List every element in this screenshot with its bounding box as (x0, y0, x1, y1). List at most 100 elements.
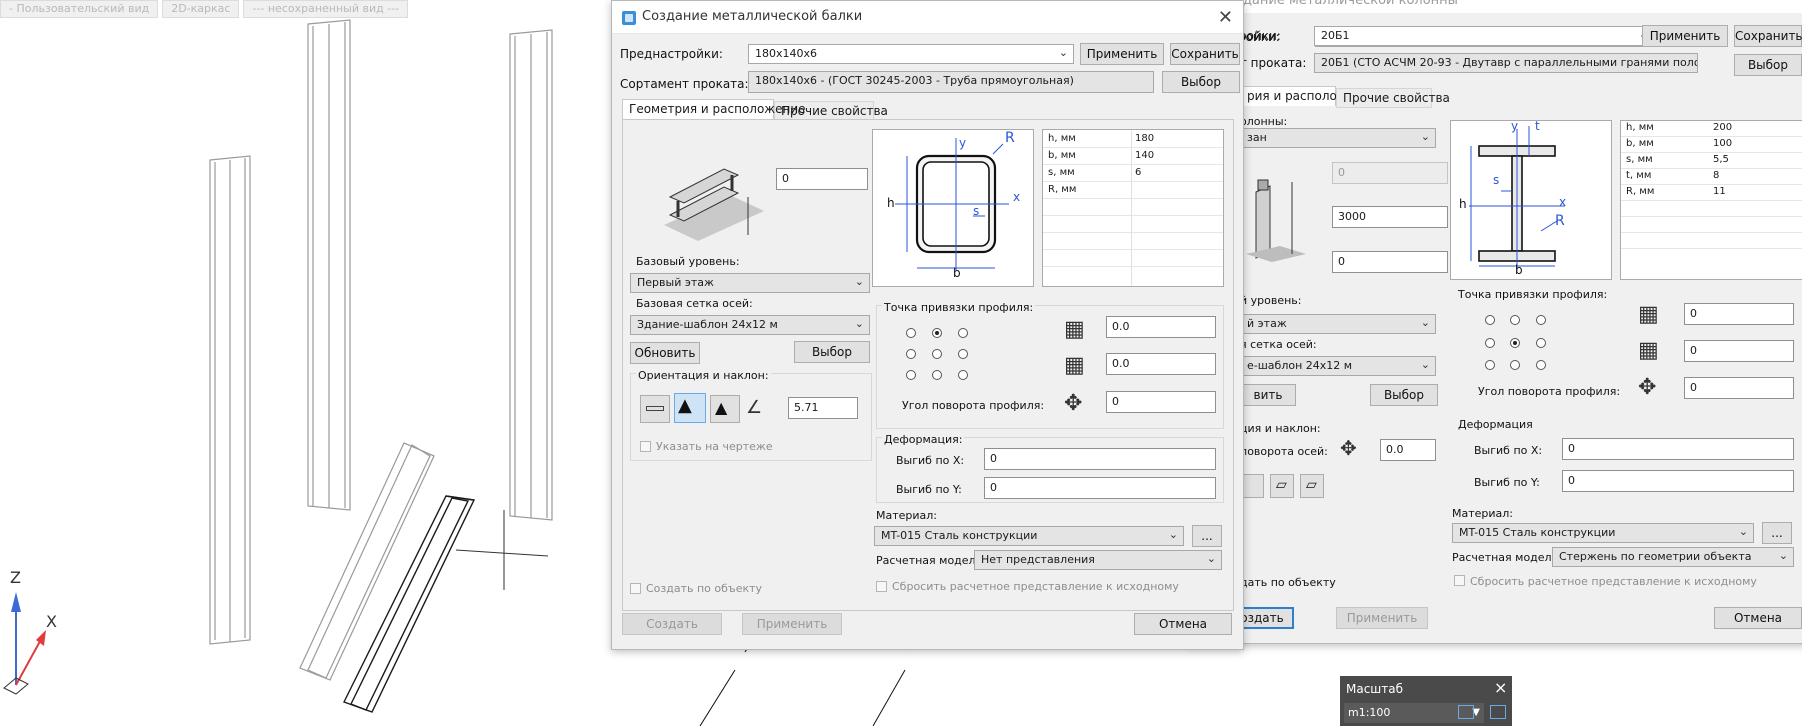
beam-anchor-x-input[interactable]: 0.0 (1106, 316, 1216, 338)
anchor-radio[interactable] (958, 328, 968, 338)
anchor-radio[interactable] (1536, 360, 1546, 370)
beam-slope-input[interactable]: 5.71 (788, 397, 858, 419)
beam-cancel-button[interactable]: Отмена (1134, 613, 1232, 635)
app-icon (622, 11, 636, 25)
beam-material-combo[interactable]: MT-015 Сталь конструкции ⌄ (874, 526, 1184, 546)
column-top-offset-input[interactable]: 0 (1332, 162, 1448, 184)
anchor-radio[interactable] (1536, 315, 1546, 325)
beam-assortment-field[interactable]: 180x140x6 - (ГОСТ 30245-2003 - Труба пря… (748, 71, 1154, 93)
prop-row[interactable]: b, мм 100 (1621, 137, 1802, 153)
prop-row[interactable]: s, мм 6 (1043, 166, 1223, 182)
beam-create-button[interactable]: Создать (622, 613, 722, 635)
beam-material-value: MT-015 Сталь конструкции (881, 529, 1038, 542)
anchor-radio[interactable] (1510, 360, 1520, 370)
close-icon[interactable]: × (1494, 678, 1507, 697)
anchor-radio[interactable] (906, 349, 916, 359)
beam-bend-y-input[interactable]: 0 (984, 477, 1216, 499)
beam-save-preset-button[interactable]: Сохранить (1170, 43, 1240, 65)
column-material-combo[interactable]: MT-015 Сталь конструкции ⌄ (1452, 523, 1754, 543)
anchor-radio[interactable] (932, 349, 942, 359)
column-update-button[interactable]: вить (1240, 384, 1296, 406)
column-height-input[interactable]: 3000 (1332, 206, 1448, 228)
scale-grid-icon[interactable] (1490, 705, 1506, 719)
column-rotation-input[interactable]: 0 (1684, 377, 1794, 399)
anchor-radio[interactable] (1536, 338, 1546, 348)
anchor-radio[interactable] (1485, 360, 1495, 370)
column-anchor-y-value: 0 (1690, 344, 1697, 357)
column-base-level-combo[interactable]: й этаж ⌄ (1240, 314, 1436, 334)
beam-anchor-x-value: 0.0 (1112, 320, 1130, 333)
column-cancel-button[interactable]: Отмена (1714, 607, 1802, 629)
beam-rotation-input[interactable]: 0 (1106, 391, 1216, 413)
section-b-label: b (953, 266, 961, 280)
column-base-grid-combo[interactable]: е-шаблон 24x12 м ⌄ (1240, 356, 1436, 376)
beam-create-by-object-checkbox[interactable] (630, 583, 641, 594)
prop-row[interactable]: h, мм 200 (1621, 121, 1802, 137)
beam-base-grid-combo[interactable]: Здание-шаблон 24x12 м ⌄ (630, 315, 870, 335)
column-axis-rotation-input[interactable]: 0.0 (1380, 439, 1436, 461)
beam-orient-horizontal-button[interactable] (640, 395, 670, 423)
anchor-radio[interactable] (932, 370, 942, 380)
anchor-radio[interactable] (906, 328, 916, 338)
column-bottom-offset-input[interactable]: 0 (1332, 251, 1448, 273)
prop-row[interactable]: b, мм 140 (1043, 149, 1223, 165)
prop-row[interactable]: t, мм 8 (1621, 169, 1802, 185)
prop-row[interactable]: s, мм 5,5 (1621, 153, 1802, 169)
anchor-radio[interactable] (906, 370, 916, 380)
beam-calc-model-combo[interactable]: Нет представления ⌄ (974, 550, 1222, 570)
prop-row[interactable]: R, мм 11 (1621, 185, 1802, 201)
anchor-radio[interactable] (1510, 315, 1520, 325)
column-reset-calc-checkbox[interactable] (1454, 575, 1465, 586)
beam-orient-slope-button[interactable]: ▲ (674, 393, 706, 423)
column-tab-other[interactable]: Прочие свойства (1336, 88, 1450, 108)
beam-apply-button[interactable]: Применить (742, 613, 842, 635)
beam-update-button[interactable]: Обновить (630, 342, 700, 364)
column-assortment-field[interactable]: 20Б1 (СТО АСЧМ 20-93 - Двутавр с паралле… (1314, 53, 1698, 73)
beam-material-more-button[interactable]: ... (1192, 525, 1222, 547)
column-type-combo[interactable]: зан ⌄ (1240, 128, 1436, 148)
column-tab-geometry[interactable]: рия и расположение (1240, 86, 1378, 106)
column-anchor-x-input[interactable]: 0 (1684, 303, 1794, 325)
column-apply-button[interactable]: Применить (1336, 607, 1428, 629)
beam-tab-geometry[interactable]: Геометрия и расположение (622, 99, 806, 119)
column-bend-y-input[interactable]: 0 (1562, 470, 1794, 492)
prop-row[interactable]: h, мм 180 (1043, 132, 1223, 148)
beam-material-label: Материал: (876, 509, 938, 522)
column-material-more-button[interactable]: ... (1762, 522, 1792, 544)
section-s-label: s (973, 204, 980, 218)
column-anchor-y-input[interactable]: 0 (1684, 340, 1794, 362)
beam-anchor-y-input[interactable]: 0.0 (1106, 353, 1216, 375)
close-icon[interactable]: ✕ (1218, 7, 1233, 28)
anchor-radio[interactable] (958, 349, 968, 359)
anchor-radio[interactable] (1485, 315, 1495, 325)
anchor-radio-selected[interactable] (932, 328, 942, 338)
column-presets-combo[interactable]: 20Б1⌄ (1314, 26, 1654, 46)
beam-offset-input[interactable]: 0 (776, 168, 868, 190)
beam-bend-y-label: Выгиб по Y: (896, 483, 962, 496)
column-type-value: зан (1247, 131, 1267, 144)
beam-presets-combo[interactable]: 180x140x6 ⌄ (748, 44, 1074, 64)
anchor-radio-selected[interactable] (1510, 338, 1520, 348)
column-save-preset-button[interactable]: Сохранить (1734, 25, 1802, 47)
anchor-radio[interactable] (1485, 338, 1495, 348)
column-bend-x-input[interactable]: 0 (1562, 438, 1794, 460)
column-slope-mode-button-2[interactable]: ▱ (1270, 474, 1294, 498)
column-slope-mode-button-3[interactable]: ▱ (1300, 474, 1324, 498)
scale-list-icon[interactable] (1458, 705, 1474, 719)
beam-bend-x-input[interactable]: 0 (984, 448, 1216, 470)
beam-grid-choose-button[interactable]: Выбор (794, 341, 870, 363)
column-choose-assortment-button[interactable]: Выбор (1734, 54, 1802, 76)
beam-apply-preset-button[interactable]: Применить (1080, 43, 1164, 65)
column-apply-preset-button[interactable]: Применить (1642, 25, 1728, 47)
beam-choose-assortment-button[interactable]: Выбор (1162, 71, 1240, 93)
prop-row[interactable]: R, мм (1043, 183, 1223, 199)
axis-x-label: X (46, 612, 57, 631)
section-t-label: t (1535, 119, 1540, 133)
anchor-radio[interactable] (958, 370, 968, 380)
beam-base-level-combo[interactable]: Первый этаж ⌄ (630, 273, 870, 293)
beam-orient-slope-alt-button[interactable]: ▲ (710, 395, 740, 423)
beam-specify-on-drawing-checkbox[interactable] (640, 441, 651, 452)
column-calc-model-combo[interactable]: Стержень по геометрии объекта ⌄ (1552, 547, 1794, 567)
beam-reset-calc-checkbox[interactable] (876, 581, 887, 592)
column-grid-choose-button[interactable]: Выбор (1370, 384, 1438, 406)
